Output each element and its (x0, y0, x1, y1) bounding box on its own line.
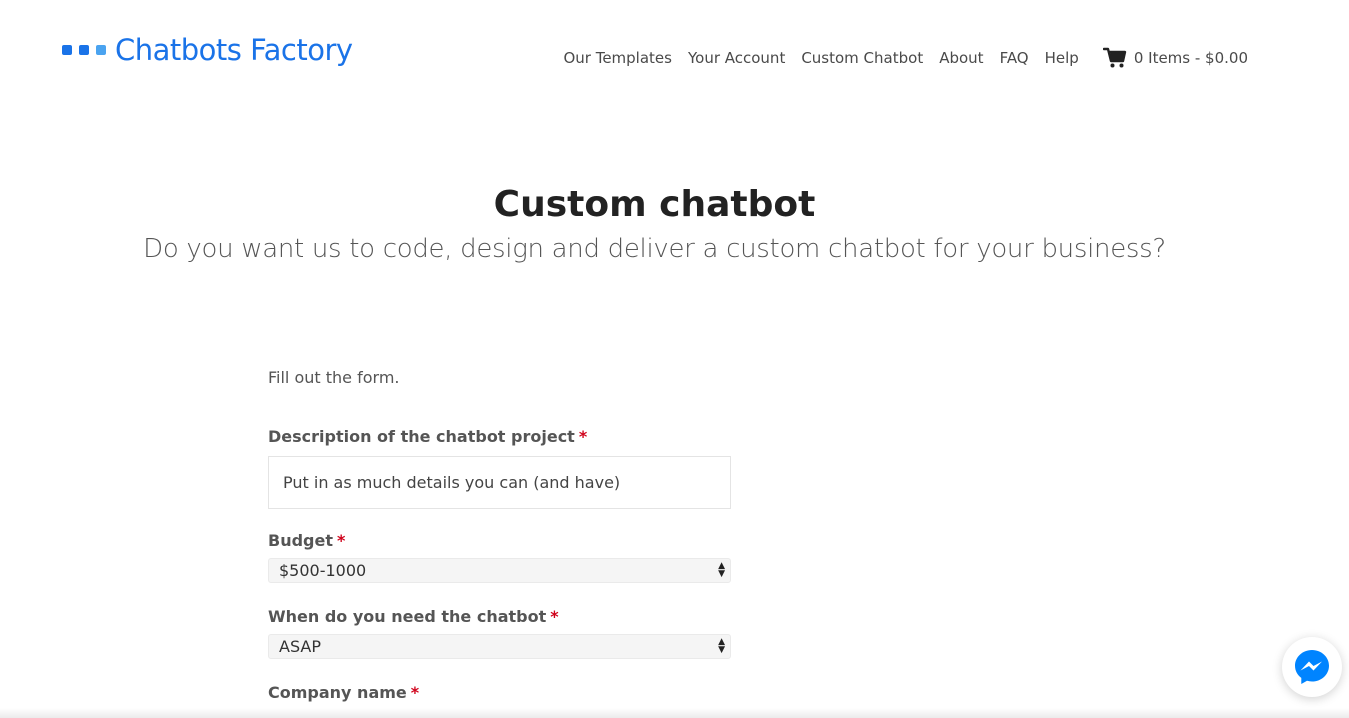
description-field-group: Description of the chatbot project * (268, 427, 731, 509)
cart-icon (1102, 47, 1127, 68)
page-bottom-shadow (0, 708, 1349, 718)
company-label: Company name * (268, 683, 420, 702)
cart-summary: 0 Items - $0.00 (1133, 49, 1248, 67)
company-field-group: Company name * (268, 683, 731, 702)
page-title: Custom chatbot (493, 184, 816, 225)
required-marker: * (550, 607, 559, 626)
nav-link-templates[interactable]: Our Templates (563, 49, 672, 67)
nav-link-faq[interactable]: FAQ (1000, 49, 1029, 67)
description-input[interactable] (268, 456, 731, 509)
messenger-icon (1295, 650, 1329, 684)
messenger-chat-button[interactable] (1282, 637, 1342, 697)
page: Chatbots Factory Our Templates Your Acco… (0, 0, 1349, 718)
budget-label: Budget * (268, 531, 346, 550)
required-marker: * (410, 683, 420, 702)
description-label: Description of the chatbot project * (268, 427, 588, 446)
form-intro: Fill out the form. (268, 368, 400, 387)
custom-chatbot-form: Fill out the form. Description of the ch… (268, 368, 731, 702)
required-marker: * (337, 531, 346, 550)
page-subtitle: Do you want us to code, design and deliv… (143, 234, 1166, 264)
main-nav: Our Templates Your Account Custom Chatbo… (563, 47, 1248, 69)
select-arrows-icon: ▲ ▼ (718, 561, 725, 579)
nav-link-about[interactable]: About (939, 49, 983, 67)
when-select[interactable]: ASAP ▲ ▼ (268, 634, 731, 659)
nav-link-custom-chatbot[interactable]: Custom Chatbot (801, 49, 923, 67)
required-marker: * (578, 427, 588, 446)
when-field-group: When do you need the chatbot * ASAP ▲ ▼ (268, 607, 731, 659)
cart-link[interactable]: 0 Items - $0.00 (1102, 47, 1248, 69)
when-selected-value: ASAP (279, 637, 321, 656)
brand-logo-link[interactable]: Chatbots Factory (62, 33, 353, 67)
brand-dots-icon (62, 45, 106, 55)
nav-link-account[interactable]: Your Account (688, 49, 785, 67)
budget-select[interactable]: $500-1000 ▲ ▼ (268, 558, 731, 583)
brand-name: Chatbots Factory (115, 33, 353, 67)
select-arrows-icon: ▲ ▼ (718, 637, 725, 655)
budget-selected-value: $500-1000 (279, 561, 367, 580)
when-label: When do you need the chatbot * (268, 607, 559, 626)
nav-link-help[interactable]: Help (1045, 49, 1079, 67)
budget-field-group: Budget * $500-1000 ▲ ▼ (268, 531, 731, 583)
